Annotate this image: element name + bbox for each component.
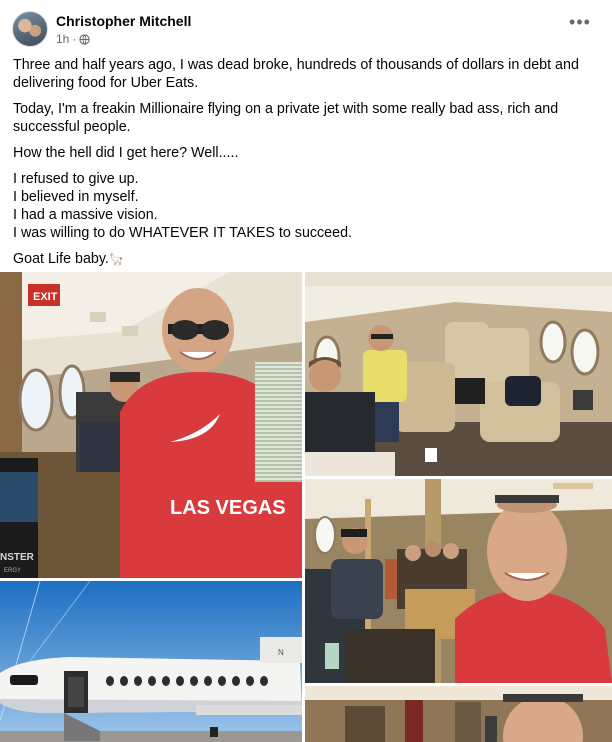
photo-cabin-selfie-partial[interactable] [305,686,612,742]
post-meta: 1h · [56,32,90,46]
photo-cabin-seats[interactable] [305,272,612,476]
post-time[interactable]: 1h [56,32,69,46]
author-name[interactable]: Christopher Mitchell [56,13,191,29]
facebook-post: Christopher Mitchell 1h · ••• Three and … [0,0,612,742]
statement-line: I had a massive vision. [13,207,158,223]
globe-icon [79,33,90,45]
photo-grid: EXIT LAS VEGAS NSTER ERGY N [0,272,612,742]
photo-cabin-group[interactable] [305,479,612,683]
post-text: Three and half years ago, I was dead bro… [13,56,601,276]
more-dots-icon[interactable]: ••• [568,13,592,36]
paragraph: Three and half years ago, I was dead bro… [13,57,579,91]
exit-sign-text: EXIT [33,291,58,303]
closing-line: Goat Life baby.🦙 [13,250,601,268]
avatar[interactable] [12,11,48,47]
photo-jet-exterior[interactable]: N [0,581,302,742]
statement-list: I refused to give up. I believed in myse… [13,170,601,242]
can-sub-text: ERGY [4,568,21,574]
paragraph: How the hell did I get here? Well..... [13,145,239,161]
photo-selfie-cash[interactable]: EXIT LAS VEGAS NSTER ERGY [0,272,302,578]
hoodie-text: LAS VEGAS [170,497,286,519]
post-header: Christopher Mitchell 1h · ••• [12,10,600,50]
statement-line: I believed in myself. [13,189,139,205]
closing-text: Goat Life baby. [13,251,109,267]
llama-emoji-icon: 🦙 [108,252,124,266]
statement-line: I refused to give up. [13,171,139,187]
paragraph: Today, I'm a freakin Millionaire flying … [13,101,559,135]
statement-line: I was willing to do WHATEVER IT TAKES to… [13,225,353,241]
svg-text:N: N [278,648,284,657]
can-text: NSTER [0,552,35,563]
